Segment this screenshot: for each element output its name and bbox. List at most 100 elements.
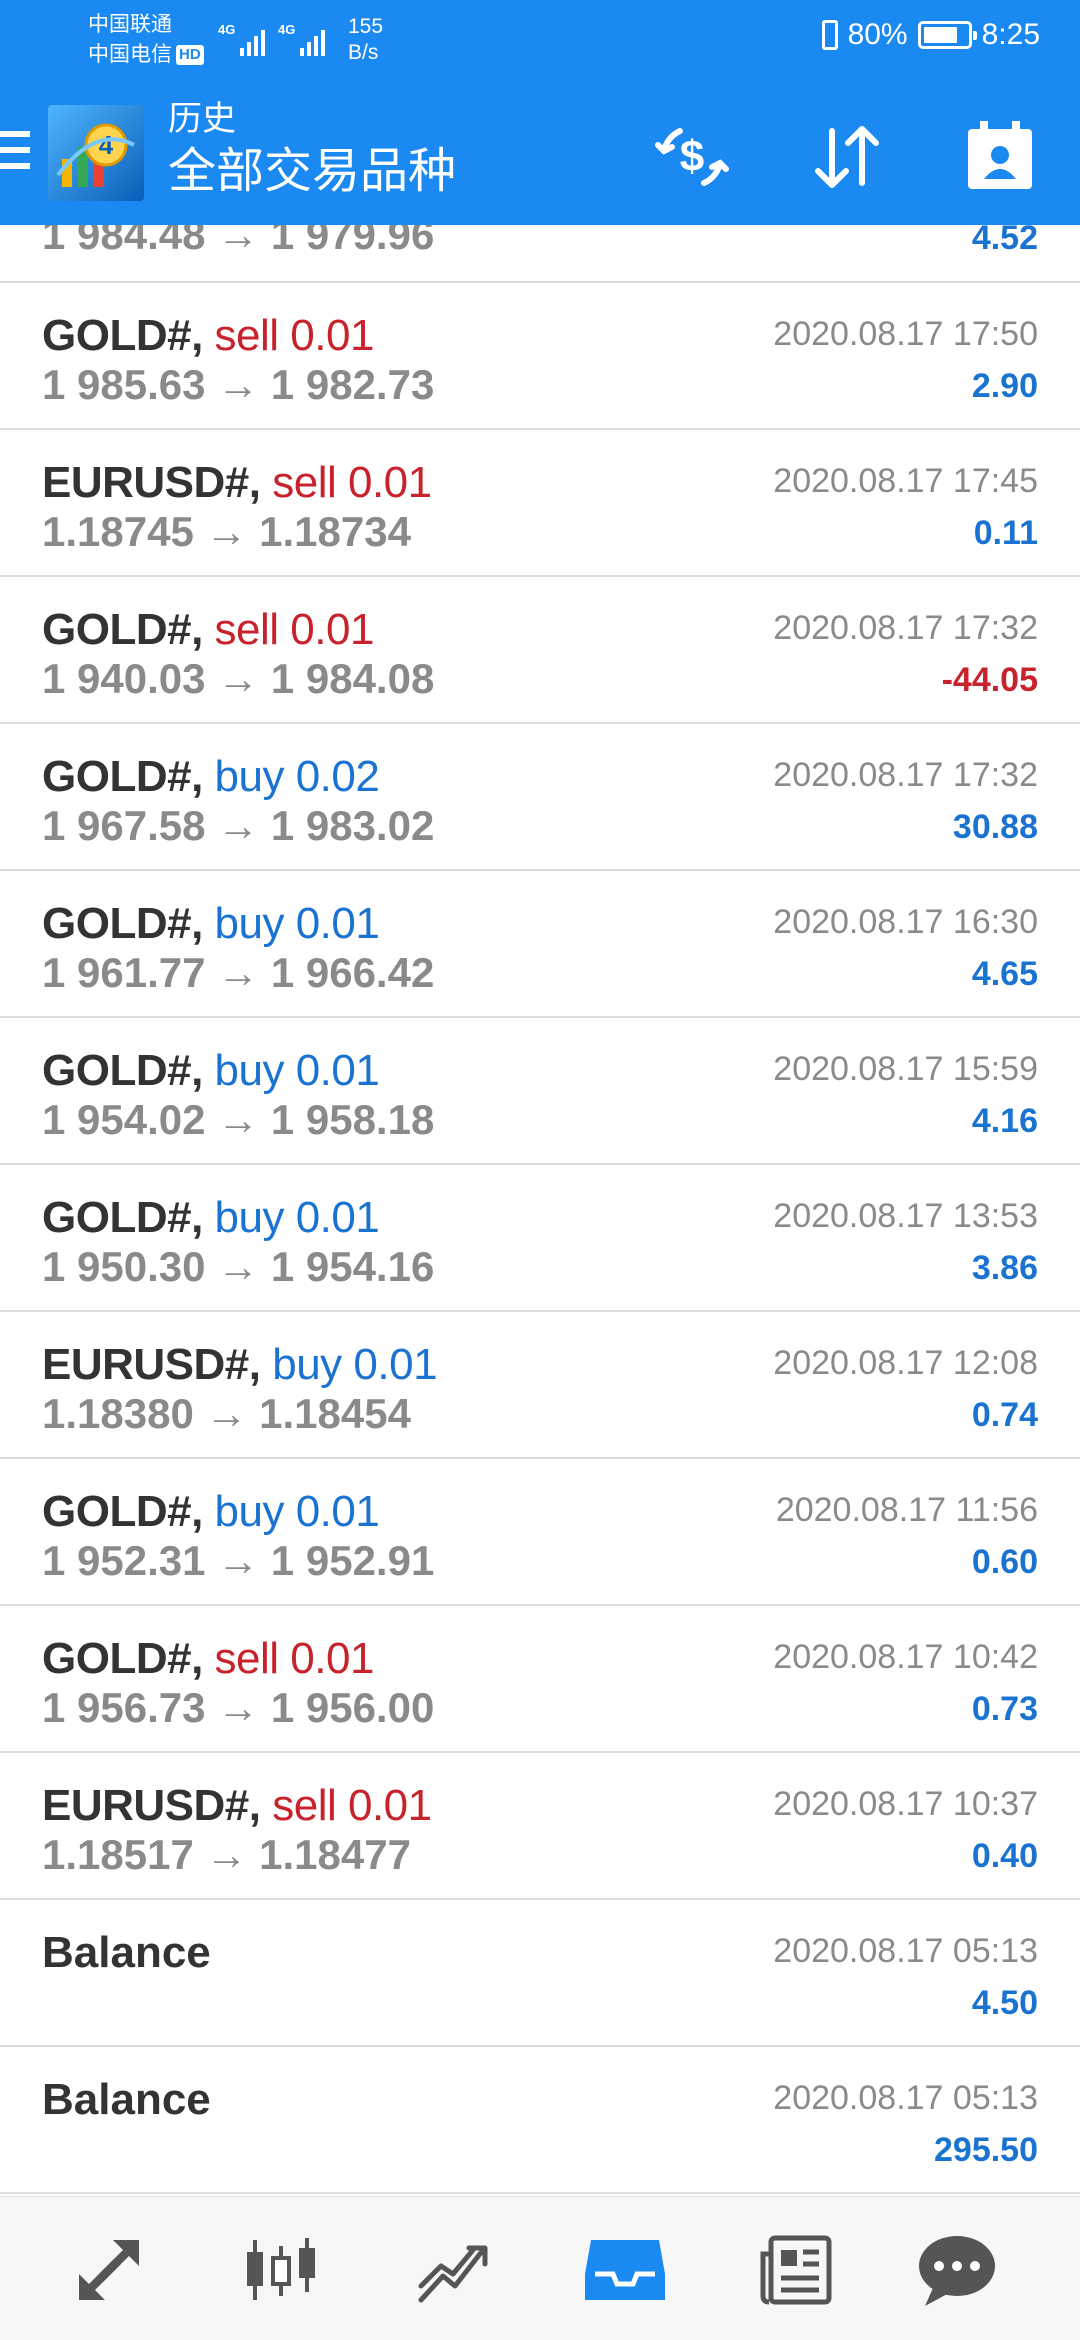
trade-profit: 3.86	[971, 1249, 1038, 1287]
trade-prices: 1 967.58 → 1 983.02	[42, 802, 435, 849]
trade-prices: 1 956.73 → 1 956.00	[42, 1684, 435, 1731]
trade-profit: 0.11	[973, 514, 1038, 552]
inbox-icon[interactable]	[580, 2225, 670, 2315]
trade-prices: 1 940.03 → 1 984.08	[42, 655, 435, 702]
trade-profit: -44.05	[941, 661, 1038, 699]
battery-percent: 80%	[847, 18, 908, 51]
newspaper-icon[interactable]	[752, 2225, 842, 2315]
trade-time: 2020.08.17 13:53	[773, 1197, 1038, 1235]
trade-profit: 0.60	[971, 1543, 1038, 1581]
trade-symbol: GOLD#, buy 0.02	[42, 752, 380, 801]
trade-prices: 1.18517 → 1.18477	[42, 1831, 411, 1878]
history-list[interactable]: 1 984.48 → 1 979.96 4.52 GOLD#, sell 0.0…	[0, 225, 1080, 2225]
balance-label: Balance	[42, 2075, 211, 2124]
trade-time: 2020.08.17 10:42	[773, 1638, 1038, 1676]
arrows-icon[interactable]	[64, 2225, 154, 2315]
trade-side: buy 0.01	[272, 1340, 438, 1389]
list-item[interactable]: EURUSD#, sell 0.01 1.18517 → 1.18477 2020.…	[0, 1753, 1080, 1900]
svg-text:4: 4	[99, 130, 114, 160]
menu-icon[interactable]	[0, 131, 30, 171]
title-block: 历史 全部交易品种	[168, 97, 456, 203]
trade-time: 2020.08.17 11:56	[775, 1491, 1038, 1529]
list-item-partial[interactable]: 1 984.48 → 1 979.96 4.52	[0, 225, 1080, 283]
trade-time: 2020.08.17 17:45	[773, 462, 1038, 500]
carrier-info: 中国联通 中国电信 HD	[88, 10, 204, 70]
balance-amount: 295.50	[934, 2131, 1038, 2169]
list-item[interactable]: GOLD#, buy 0.01 1 961.77 → 1 966.42 2020.0…	[0, 871, 1080, 1018]
list-item[interactable]: EURUSD#, buy 0.01 1.18380 → 1.18454 2020.0…	[0, 1312, 1080, 1459]
trade-time: 2020.08.17 17:32	[773, 609, 1038, 647]
trade-profit: 0.74	[971, 1396, 1038, 1434]
net-speed: 155 B/s	[348, 15, 384, 64]
battery-icon	[917, 21, 977, 49]
balance-label: Balance	[42, 1928, 211, 1977]
trade-side: sell 0.01	[272, 458, 432, 507]
trade-time: 2020.08.17 16:30	[773, 903, 1038, 941]
signal-icon: 4G	[218, 22, 266, 56]
trade-prices: 1 961.77 → 1 966.42	[42, 949, 435, 996]
svg-text:$: $	[680, 132, 704, 181]
trade-side: buy 0.01	[214, 1193, 380, 1242]
carrier-1: 中国联通	[88, 13, 172, 36]
balance-item[interactable]: Balance 2020.08.17 05:13 4.50	[0, 1900, 1080, 2047]
trade-symbol: GOLD#, sell 0.01	[42, 605, 375, 654]
trade-symbol: GOLD#, buy 0.01	[42, 1487, 380, 1536]
candlestick-icon[interactable]	[236, 2225, 326, 2315]
list-item[interactable]: GOLD#, sell 0.01 1 940.03 → 1 984.08 2020.…	[0, 577, 1080, 724]
header-subtitle: 历史	[168, 100, 236, 138]
list-item[interactable]: GOLD#, buy 0.01 1 954.02 → 1 958.18 2020.0…	[0, 1018, 1080, 1165]
app-bar: 4 历史 全部交易品种 $	[0, 75, 1080, 225]
balance-item[interactable]: Balance 2020.08.17 05:13 295.50	[0, 2047, 1080, 2194]
trade-prices: 1 952.31 → 1 952.91	[42, 1537, 435, 1584]
list-item[interactable]: EURUSD#, sell 0.01 1.18745 → 1.18734 2020.…	[0, 430, 1080, 577]
trade-symbol: EURUSD#, sell 0.01	[42, 1781, 432, 1830]
trade-symbol: GOLD#, buy 0.01	[42, 899, 380, 948]
trade-profit: 2.90	[971, 367, 1038, 405]
trade-symbol: GOLD#, buy 0.01	[42, 1046, 380, 1095]
trade-profit: 4.52	[971, 225, 1038, 257]
trend-icon[interactable]	[408, 2225, 498, 2315]
vibrate-icon	[821, 20, 838, 50]
chat-bubble-icon[interactable]	[912, 2225, 1002, 2315]
calendar-icon[interactable]	[958, 115, 1042, 199]
trade-side: sell 0.01	[214, 605, 375, 654]
trade-prices: 1.18745 → 1.18734	[42, 508, 411, 555]
app-logo[interactable]: 4	[48, 105, 144, 201]
list-item[interactable]: GOLD#, sell 0.01 1 956.73 → 1 956.00 2020.…	[0, 1606, 1080, 1753]
status-right: 80% 8:25	[821, 18, 1040, 52]
list-item[interactable]: GOLD#, sell 0.01 1 985.63 → 1 982.73 2020.…	[0, 283, 1080, 430]
trade-symbol: GOLD#, sell 0.01	[42, 1634, 374, 1683]
balance-time: 2020.08.17 05:13	[773, 2079, 1038, 2117]
trade-side: sell 0.01	[214, 311, 375, 360]
sort-icon[interactable]	[804, 115, 888, 199]
trade-prices: 1 950.30 → 1 954.16	[42, 1243, 435, 1290]
trade-time: 2020.08.17 17:32	[773, 756, 1038, 794]
hd-badge: HD	[176, 45, 204, 65]
trade-time: 2020.08.17 17:50	[773, 315, 1038, 353]
clock: 8:25	[981, 18, 1040, 51]
trade-time: 2020.08.17 15:59	[773, 1050, 1038, 1088]
trade-prices: 1 984.48 → 1 979.96	[42, 225, 435, 258]
trade-profit: 4.16	[971, 1102, 1038, 1140]
trade-profit: 0.40	[971, 1837, 1038, 1875]
trade-prices: 1.18380 → 1.18454	[42, 1390, 411, 1437]
trade-side: sell 0.01	[272, 1781, 432, 1830]
trade-symbol: GOLD#, sell 0.01	[42, 311, 375, 360]
trade-side: buy 0.01	[214, 1487, 380, 1536]
trade-symbol: EURUSD#, sell 0.01	[42, 458, 432, 507]
bottom-nav	[0, 2196, 1080, 2340]
trade-prices: 1 985.63 → 1 982.73	[42, 361, 435, 408]
list-item[interactable]: GOLD#, buy 0.01 1 952.31 → 1 952.91 2020.0…	[0, 1459, 1080, 1606]
status-bar: 中国联通 中国电信 HD 4G 4G 155 B/s 80% 8:25	[0, 0, 1080, 75]
trade-prices: 1 954.02 → 1 958.18	[42, 1096, 435, 1143]
list-item[interactable]: GOLD#, buy 0.02 1 967.58 → 1 983.02 2020.0…	[0, 724, 1080, 871]
trade-profit: 30.88	[952, 808, 1038, 846]
trade-profit: 0.73	[971, 1690, 1038, 1728]
header-title[interactable]: 全部交易品种	[168, 141, 456, 203]
balance-amount: 4.50	[971, 1984, 1038, 2022]
list-item[interactable]: GOLD#, buy 0.01 1 950.30 → 1 954.16 2020.0…	[0, 1165, 1080, 1312]
currency-exchange-icon[interactable]: $	[650, 115, 734, 199]
trade-time: 2020.08.17 10:37	[773, 1785, 1038, 1823]
signal-icon-2: 4G	[278, 22, 326, 56]
trade-symbol: EURUSD#, buy 0.01	[42, 1340, 438, 1389]
